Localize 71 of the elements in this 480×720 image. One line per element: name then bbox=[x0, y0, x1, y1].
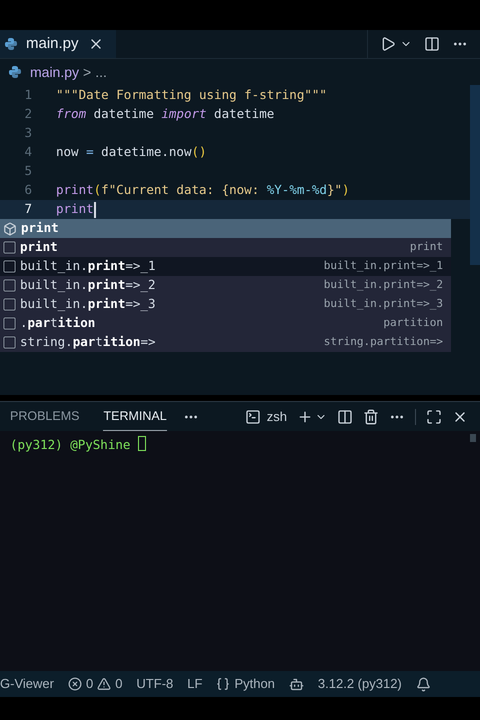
error-icon bbox=[68, 677, 82, 691]
suggestion-label: built_in.print=>_1 bbox=[20, 257, 156, 276]
scrollbar-thumb[interactable] bbox=[470, 434, 476, 442]
breadcrumb-file[interactable]: main.py bbox=[30, 62, 80, 82]
suggestion-item[interactable]: string.partition=> string.partition=> bbox=[0, 333, 451, 352]
editor-tab[interactable]: main.py bbox=[0, 30, 116, 58]
suggestion-label: print bbox=[21, 219, 59, 238]
eol-status[interactable]: LF bbox=[187, 674, 202, 694]
split-terminal-icon[interactable] bbox=[337, 408, 353, 424]
warning-count[interactable]: 0 bbox=[115, 674, 122, 694]
code-text: from datetime import datetime bbox=[56, 105, 274, 124]
cube-icon bbox=[3, 222, 17, 236]
suggestion-detail: built_in.print=>_2 bbox=[324, 277, 443, 294]
braces-icon bbox=[216, 677, 230, 691]
python-icon bbox=[4, 37, 18, 51]
suggestion-detail: built_in.print=>_3 bbox=[324, 296, 443, 312]
shell-name[interactable]: zsh bbox=[266, 406, 287, 426]
line-number: 5 bbox=[23, 162, 33, 180]
line-number: 6 bbox=[23, 181, 33, 200]
code-text: """Date Formatting using f-string""" bbox=[56, 86, 327, 104]
status-item[interactable]: G-Viewer bbox=[0, 674, 54, 694]
interpreter-status[interactable]: 3.12.2 (py312) bbox=[318, 674, 402, 694]
suggestion-label: built_in.print=>_3 bbox=[20, 295, 156, 314]
code-text: print(f"Current data: {now: %Y-%m-%d}") bbox=[56, 181, 350, 200]
terminal-cursor bbox=[138, 436, 146, 451]
suggestion-item[interactable]: .partition partition bbox=[0, 314, 451, 333]
text-icon bbox=[2, 278, 17, 293]
line-number: 2 bbox=[23, 105, 33, 124]
text-icon bbox=[2, 297, 17, 312]
line-number: 4 bbox=[23, 143, 33, 162]
breadcrumb-separator: > bbox=[83, 62, 92, 82]
line-number: 1 bbox=[23, 86, 33, 104]
line-number: 3 bbox=[23, 124, 33, 142]
code-text: now = datetime.now() bbox=[56, 143, 207, 162]
suggestion-item[interactable]: built_in.print=>_2 built_in.print=>_2 bbox=[0, 276, 451, 295]
text-icon bbox=[2, 259, 17, 274]
text-icon bbox=[2, 335, 17, 350]
encoding-status[interactable]: UTF-8 bbox=[136, 674, 174, 694]
scrollbar-thumb[interactable] bbox=[470, 85, 480, 265]
tab-label: main.py bbox=[26, 34, 79, 54]
text-cursor bbox=[94, 202, 96, 218]
suggestion-label: built_in.print=>_2 bbox=[20, 276, 156, 294]
panel-tab[interactable]: PROBLEMS bbox=[10, 402, 80, 431]
suggestion-detail: partition bbox=[383, 315, 443, 332]
error-count[interactable]: 0 bbox=[86, 674, 94, 694]
maximize-icon[interactable] bbox=[426, 408, 442, 424]
run-icon[interactable] bbox=[380, 36, 396, 52]
text-icon bbox=[2, 240, 17, 255]
code-text: print bbox=[56, 200, 94, 218]
prompt-text: (py312) @PyShine bbox=[10, 436, 130, 454]
suggestion-label: .partition bbox=[20, 314, 96, 332]
trash-icon[interactable] bbox=[363, 408, 379, 424]
warning-icon bbox=[97, 677, 112, 691]
suggestion-item[interactable]: print print bbox=[0, 238, 451, 257]
suggestion-detail: built_in.print=>_1 bbox=[324, 258, 443, 274]
language-status[interactable]: Python bbox=[234, 674, 275, 694]
line-number: 7 bbox=[23, 200, 33, 218]
suggestion-label: string.partition=> bbox=[20, 333, 156, 352]
suggestion-item[interactable]: print bbox=[0, 219, 451, 238]
suggestion-detail: print bbox=[410, 239, 443, 256]
python-icon bbox=[8, 65, 22, 79]
breadcrumb-more[interactable]: ... bbox=[95, 62, 107, 82]
suggestion-detail: string.partition=> bbox=[324, 334, 443, 350]
terminal-icon bbox=[244, 408, 261, 424]
suggestion-item[interactable]: built_in.print=>_3 built_in.print=>_3 bbox=[0, 295, 451, 314]
suggestion-label: print bbox=[20, 238, 58, 256]
split-editor-icon[interactable] bbox=[424, 36, 440, 52]
suggestion-item[interactable]: built_in.print=>_1 built_in.print=>_1 bbox=[0, 257, 451, 276]
add-terminal-icon[interactable] bbox=[297, 408, 313, 424]
text-icon bbox=[2, 316, 17, 331]
bell-icon[interactable] bbox=[416, 676, 431, 692]
